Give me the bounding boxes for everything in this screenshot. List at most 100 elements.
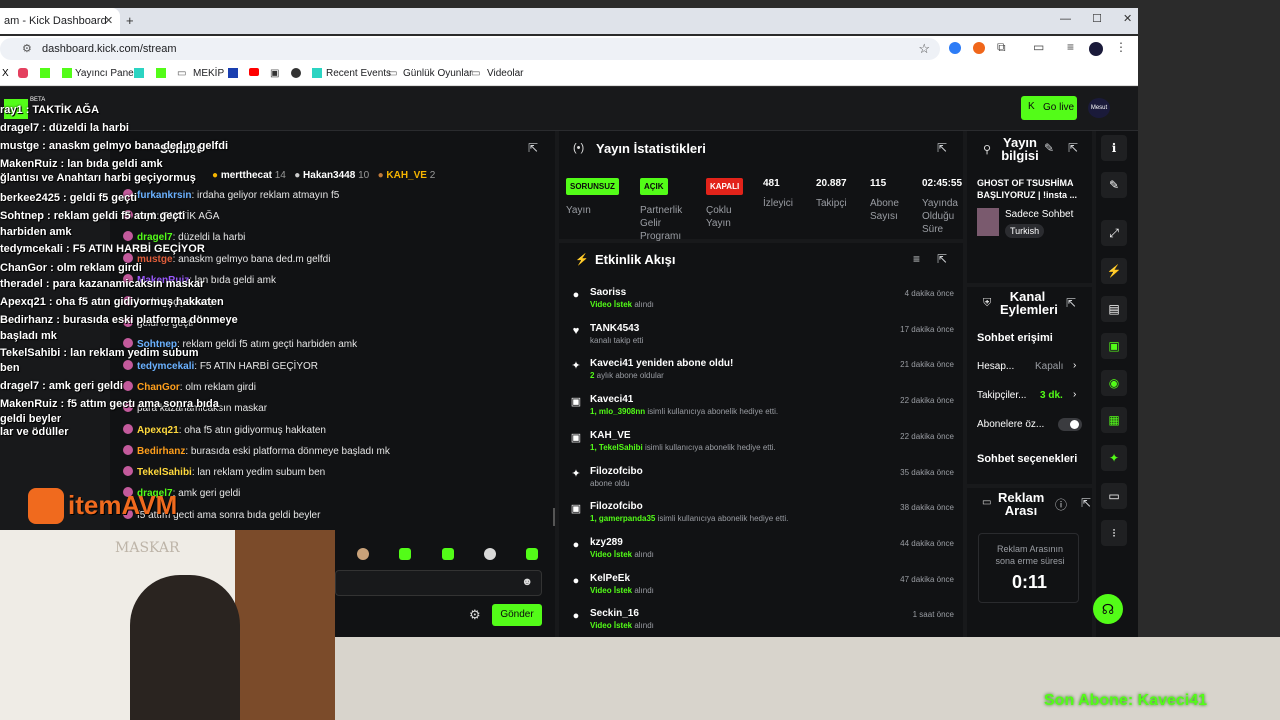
media-icon[interactable]: ≡ — [1067, 40, 1074, 54]
kick-icon[interactable] — [40, 68, 50, 78]
emote-icon[interactable] — [484, 548, 496, 560]
maximize-icon[interactable]: ☐ — [1092, 13, 1102, 25]
chat-username[interactable]: furkankrsin — [137, 190, 191, 201]
bookmark-videolar[interactable]: Videolar — [487, 68, 524, 79]
minimize-icon[interactable]: — — [1060, 13, 1071, 25]
subscribers-only-toggle[interactable] — [1058, 418, 1082, 431]
bookmark-icon[interactable] — [312, 68, 322, 78]
info-icon[interactable]: ℹ — [1101, 135, 1127, 161]
category-thumbnail[interactable] — [977, 208, 999, 236]
ad-timer-value: 0:11 — [1011, 572, 1048, 592]
bookmark-icon[interactable] — [291, 68, 301, 78]
top-chatter-name[interactable]: mertthecat — [221, 170, 272, 181]
profile-avatar[interactable] — [1089, 42, 1103, 56]
menu-icon[interactable]: ⋮ — [1115, 40, 1127, 54]
stat-viewers: 481 İzleyici — [763, 178, 803, 210]
activity-event[interactable]: ▣ Filozofcibo 1, gamerpanda35 isimli kulla… — [570, 501, 960, 535]
top-chatter-name[interactable]: Hakan3448 — [303, 170, 355, 181]
close-tab-icon[interactable]: ✕ — [104, 14, 113, 27]
bookmark-mekip[interactable]: MEKİP — [193, 68, 224, 79]
window-controls[interactable]: — ☐ ✕ — [1060, 12, 1132, 25]
send-button[interactable]: Gönder — [492, 604, 542, 626]
wrench-icon[interactable]: ✦ — [1101, 445, 1127, 471]
bookmark-yayinci-paneli[interactable]: Yayıncı Paneli — [75, 68, 138, 79]
url-field[interactable]: dashboard.kick.com/stream ⚙ ☆ — [0, 38, 940, 60]
extension-icon[interactable] — [949, 42, 961, 54]
puzzle-icon[interactable]: ⧉ — [997, 40, 1006, 55]
bookmark-icon[interactable] — [228, 68, 238, 78]
go-live-button[interactable]: K Go live — [1021, 96, 1077, 120]
sidepanel-icon[interactable]: ▭ — [1033, 40, 1044, 54]
bookmark-recent-events[interactable]: Recent Events — [326, 68, 391, 79]
popout-icon[interactable]: ⇱ — [937, 252, 947, 266]
popout-icon[interactable]: ⇱ — [1081, 496, 1091, 510]
youtube-icon[interactable] — [249, 68, 259, 76]
new-tab-button[interactable]: + — [126, 13, 134, 28]
activity-event[interactable]: ✦ Kaveci41 yeniden abone oldu! 2 aylık abo… — [570, 358, 960, 392]
close-window-icon[interactable]: ✕ — [1123, 13, 1132, 25]
activity-event[interactable]: ▣ Kaveci41 1, mlo_3908nn isimli kullanıcıy… — [570, 394, 960, 428]
expand-icon[interactable]: ⤢ — [1101, 220, 1127, 246]
activity-event[interactable]: ● Saoriss Video İstek alındı 4 dakika önce — [570, 287, 960, 321]
broadcast-icon[interactable]: ◉ — [1101, 370, 1127, 396]
filter-icon[interactable]: ≡ — [913, 252, 920, 266]
bookmark-icon[interactable] — [156, 68, 166, 78]
chat-username[interactable]: ChanGor — [137, 382, 180, 393]
emote-icon[interactable] — [357, 548, 369, 560]
activity-event[interactable]: ● kzy289 Video İstek alındı 44 dakika önce — [570, 537, 960, 571]
browser-tab[interactable]: am - Kick Dashboard ✕ — [0, 8, 120, 34]
chat-username[interactable]: dragel7 — [137, 232, 173, 243]
chat-input[interactable]: ☻ — [335, 570, 542, 596]
popout-icon[interactable]: ⇱ — [1068, 141, 1078, 155]
bookmark-icon[interactable]: ▣ — [270, 68, 279, 79]
overlay-chat-line: ChanGor : olm reklam girdi — [0, 262, 142, 274]
bookmark-star-icon[interactable]: ☆ — [918, 41, 930, 57]
user-badge-icon — [123, 360, 133, 370]
settings-gear-icon[interactable]: ⚙ — [469, 607, 481, 623]
bookmark-icon[interactable] — [134, 68, 144, 78]
ad-timer-label: Reklam Arasının sona erme süresi — [995, 544, 1065, 566]
notes-icon[interactable]: ▤ — [1101, 296, 1127, 322]
activity-event[interactable]: ▣ KAH_VE 1, TekelSahibi isimli kullanıcıya… — [570, 430, 960, 464]
pencil-icon[interactable]: ✎ — [1101, 172, 1127, 198]
chat-scrollbar[interactable] — [553, 508, 555, 526]
account-age-row[interactable]: Hesap... Kapalı › — [977, 360, 1085, 375]
info-icon[interactable]: ⓘ — [1055, 496, 1067, 513]
stat-stream-status: SORUNSUZ Yayın — [566, 176, 626, 217]
window-icon[interactable]: ▭ — [1101, 483, 1127, 509]
category-name[interactable]: Sadece Sohbet — [1005, 209, 1073, 220]
event-type-icon: ♥ — [572, 324, 580, 337]
emote-icon[interactable] — [526, 548, 538, 560]
site-info-icon[interactable]: ⚙ — [22, 42, 32, 55]
followers-only-row[interactable]: Takipçiler... 3 dk. › — [977, 389, 1085, 404]
chat-username[interactable]: Apexq21 — [137, 425, 179, 436]
user-avatar[interactable]: Mesut — [1088, 98, 1110, 118]
support-icon[interactable]: ☊ — [1093, 594, 1123, 624]
chat-username[interactable]: TekelSahibi — [137, 467, 192, 478]
emote-icon[interactable] — [442, 548, 454, 560]
popout-icon[interactable]: ⇱ — [528, 141, 538, 155]
chat-username[interactable]: tedymcekali — [137, 361, 194, 372]
activity-event[interactable]: ♥ TANK4543 kanalı takip etti 17 dakika önce — [570, 323, 960, 357]
activity-event[interactable]: ● KelPeEk Video İstek alındı 47 dakika önce — [570, 573, 960, 607]
x-icon[interactable]: X — [2, 68, 9, 79]
layout-icon[interactable]: ▦ — [1101, 407, 1127, 433]
edit-icon[interactable]: ✎ — [1044, 141, 1054, 155]
emoji-icon[interactable]: ☻ — [521, 576, 533, 588]
activity-event[interactable]: ✦ Filozofcibo abone oldu 35 dakika önce — [570, 466, 960, 500]
top-chatter-name[interactable]: KAH_VE — [386, 170, 427, 181]
emote-icon[interactable] — [399, 548, 411, 560]
popout-icon[interactable]: ⇱ — [1066, 296, 1076, 310]
ellipsis-icon[interactable]: ⁝ — [1101, 520, 1127, 546]
chat-username[interactable]: Bedirhanz — [137, 446, 185, 457]
bookmark-gunluk-oyunlar[interactable]: Günlük Oyunlar — [403, 68, 472, 79]
extension-icon[interactable] — [973, 42, 985, 54]
status-badge: SORUNSUZ — [566, 178, 619, 195]
chat-options-heading[interactable]: Sohbet seçenekleri — [977, 453, 1077, 465]
instagram-icon[interactable] — [18, 68, 28, 78]
chat-username[interactable]: mustge — [137, 254, 173, 265]
popout-icon[interactable]: ⇱ — [937, 141, 947, 155]
kick-icon[interactable] — [62, 68, 72, 78]
chat-icon[interactable]: ▣ — [1101, 333, 1127, 359]
bolt-icon[interactable]: ⚡ — [1101, 258, 1127, 284]
